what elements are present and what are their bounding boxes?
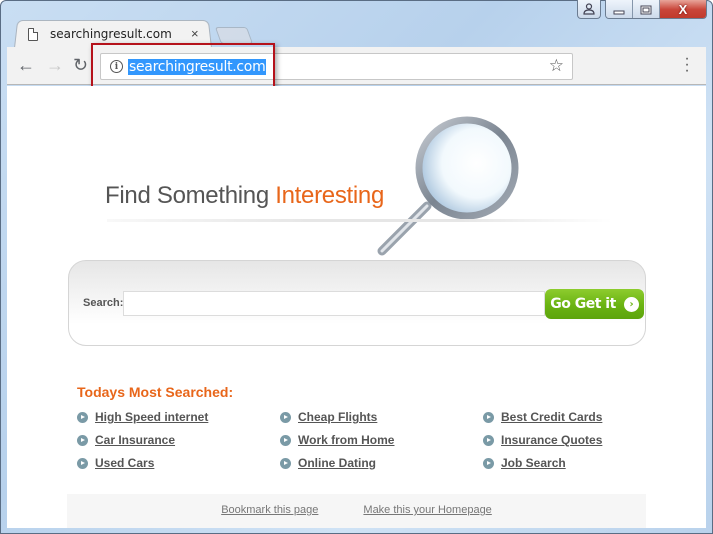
link-insurance-quotes[interactable]: Insurance Quotes [501, 433, 602, 447]
new-tab-button[interactable] [214, 27, 254, 44]
headline-accent-text: Interesting [275, 182, 385, 209]
search-input[interactable] [123, 291, 545, 316]
menu-icon[interactable]: · · · [684, 51, 690, 79]
search-label: Search: [83, 297, 124, 309]
bullet-arrow-icon [280, 434, 291, 446]
list-item: Insurance Quotes [483, 432, 677, 448]
bullet-arrow-icon [77, 411, 88, 423]
list-item: Cheap Flights [280, 409, 483, 425]
list-item: Car Insurance [77, 432, 280, 448]
most-searched-title: Todays Most Searched: [77, 384, 234, 400]
list-item: Used Cars [77, 455, 280, 471]
bullet-arrow-icon [483, 411, 494, 423]
reload-icon[interactable]: ↻ [73, 55, 88, 76]
list-item: Online Dating [280, 455, 483, 471]
headline-text: Find Something [105, 182, 276, 209]
bookmark-page-link[interactable]: Bookmark this page [221, 504, 318, 528]
window-controls: X [577, 0, 707, 19]
forward-arrow-icon[interactable]: → [46, 55, 64, 76]
link-job-search[interactable]: Job Search [501, 456, 566, 470]
link-cheap-flights[interactable]: Cheap Flights [298, 410, 377, 424]
tab-content: searchingresult.com [28, 24, 208, 44]
tab-close-icon[interactable]: × [191, 26, 199, 41]
most-searched-links: High Speed internet Cheap Flights Best C… [77, 409, 677, 471]
list-item: Job Search [483, 455, 677, 471]
magnifier-icon [377, 116, 519, 256]
go-button-label: Go Get it [550, 296, 616, 312]
link-car-insurance[interactable]: Car Insurance [95, 433, 175, 447]
maximize-icon [640, 5, 652, 14]
bullet-arrow-icon [77, 457, 88, 469]
page-footer: Bookmark this page Make this your Homepa… [67, 494, 646, 528]
list-item: Work from Home [280, 432, 483, 448]
link-work-from-home[interactable]: Work from Home [298, 433, 394, 447]
bullet-arrow-icon [483, 457, 494, 469]
list-item: Best Credit Cards [483, 409, 677, 425]
make-homepage-link[interactable]: Make this your Homepage [363, 504, 491, 528]
list-item: High Speed internet [77, 409, 280, 425]
go-get-it-button[interactable]: Go Get it › [545, 289, 644, 319]
close-window-button[interactable]: X [660, 0, 706, 18]
headline-divider [107, 219, 612, 222]
link-online-dating[interactable]: Online Dating [298, 456, 376, 470]
link-best-credit-cards[interactable]: Best Credit Cards [501, 410, 602, 424]
bullet-arrow-icon [280, 411, 291, 423]
link-high-speed-internet[interactable]: High Speed internet [95, 410, 208, 424]
user-icon [583, 3, 595, 15]
bookmark-star-icon[interactable]: ☆ [549, 56, 564, 76]
minimize-button[interactable] [606, 0, 633, 18]
bullet-arrow-icon [77, 434, 88, 446]
page-viewport: Find Something Interesting Search: Go Ge… [7, 86, 706, 528]
page-headline: Find Something Interesting [105, 182, 384, 210]
bullet-arrow-icon [280, 457, 291, 469]
window-button-group: X [605, 0, 707, 19]
page-icon [28, 27, 38, 41]
profile-button[interactable] [577, 0, 601, 19]
minimize-icon [613, 10, 625, 14]
close-icon: X [678, 2, 688, 17]
tab-title: searchingresult.com [50, 27, 172, 41]
back-arrow-icon[interactable]: ← [17, 55, 35, 76]
maximize-button[interactable] [633, 0, 660, 18]
arrow-right-icon: › [623, 296, 639, 312]
bullet-arrow-icon [483, 434, 494, 446]
link-used-cars[interactable]: Used Cars [95, 456, 154, 470]
